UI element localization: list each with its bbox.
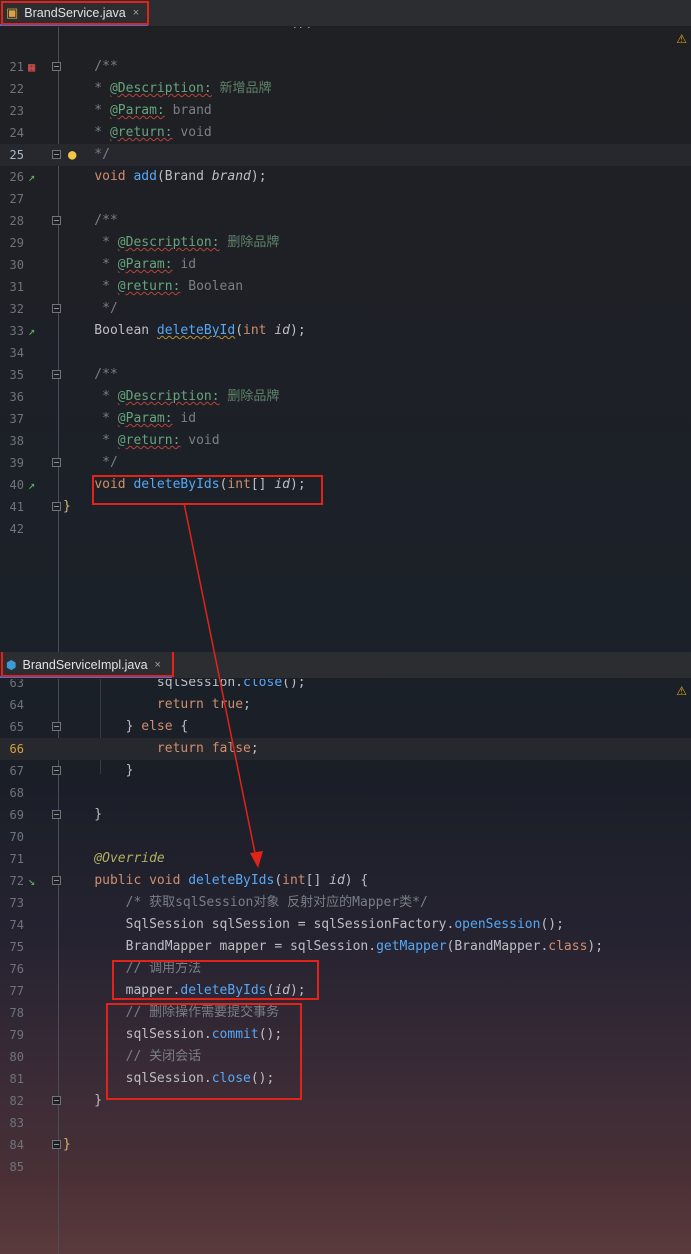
arrow-head <box>250 851 263 868</box>
arrow-line <box>183 502 257 859</box>
annotation-arrow <box>183 502 263 868</box>
